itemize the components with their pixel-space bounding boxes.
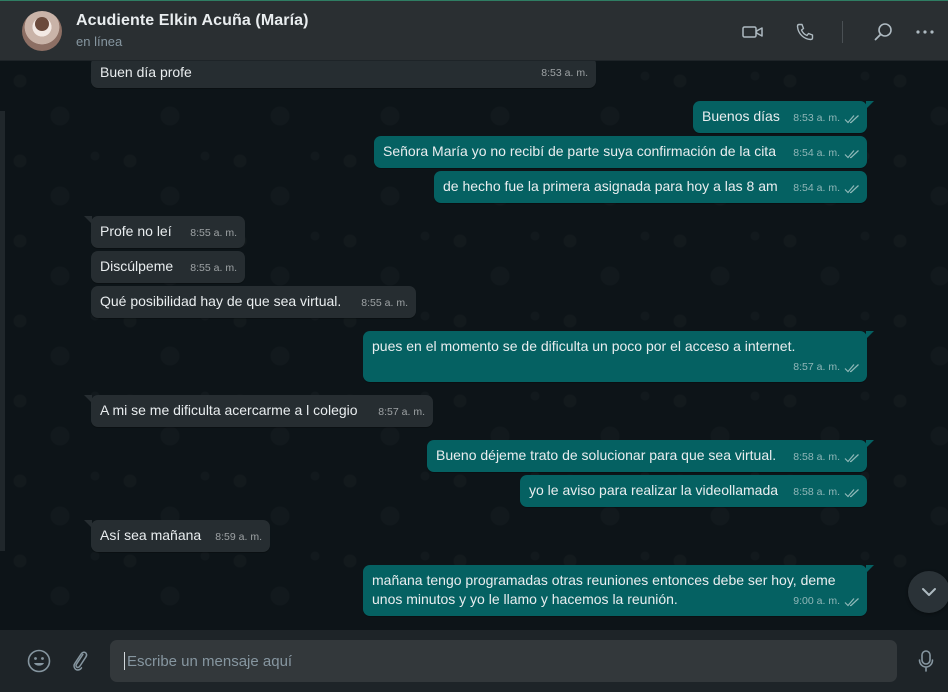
message-time: 8:57 a. m. bbox=[378, 406, 425, 418]
read-receipt-icon bbox=[844, 597, 859, 606]
message-outgoing[interactable]: Bueno déjeme trato de solucionar para qu… bbox=[427, 440, 874, 472]
read-receipt-icon bbox=[844, 149, 859, 158]
message-time: 8:55 a. m. bbox=[190, 262, 237, 274]
message-time: 8:53 a. m. bbox=[541, 67, 588, 79]
message-text: pues en el momento se de dificulta un po… bbox=[372, 338, 796, 354]
message-time: 8:57 a. m. bbox=[793, 361, 840, 373]
message-outgoing[interactable]: pues en el momento se de dificulta un po… bbox=[363, 331, 874, 382]
read-receipt-icon bbox=[844, 114, 859, 123]
message-time: 8:59 a. m. bbox=[215, 531, 262, 543]
contact-avatar[interactable] bbox=[22, 10, 62, 51]
search-icon[interactable] bbox=[872, 21, 894, 43]
message-time: 8:58 a. m. bbox=[793, 486, 840, 498]
message-time: 8:54 a. m. bbox=[793, 182, 840, 194]
message-text: A mi se me dificulta acercarme a l coleg… bbox=[100, 402, 358, 418]
message-outgoing[interactable]: Buenos días 8:53 a. m. bbox=[693, 101, 874, 133]
message-outgoing[interactable]: mañana tengo programadas otras reuniones… bbox=[363, 565, 874, 616]
read-receipt-icon bbox=[844, 363, 859, 372]
read-receipt-icon bbox=[844, 453, 859, 462]
chat-header: Acudiente Elkin Acuña (María) en línea bbox=[0, 0, 948, 61]
read-receipt-icon bbox=[844, 488, 859, 497]
paperclip-icon[interactable] bbox=[68, 649, 92, 673]
microphone-icon[interactable] bbox=[915, 649, 937, 673]
message-incoming[interactable]: Buen día profe 8:53 a. m. bbox=[91, 61, 596, 88]
read-receipt-icon bbox=[844, 184, 859, 193]
message-incoming[interactable]: Discúlpeme 8:55 a. m. bbox=[91, 251, 245, 283]
scrollbar[interactable] bbox=[0, 111, 5, 551]
message-incoming[interactable]: Qué posibilidad hay de que sea virtual. … bbox=[91, 286, 416, 318]
message-incoming[interactable]: Así sea mañana 8:59 a. m. bbox=[84, 520, 270, 552]
message-text: Buen día profe bbox=[100, 64, 192, 80]
header-actions bbox=[742, 1, 948, 62]
composer-bar: Escribe un mensaje aquí bbox=[0, 630, 948, 692]
message-input[interactable]: Escribe un mensaje aquí bbox=[110, 640, 897, 682]
message-outgoing[interactable]: yo le aviso para realizar la videollamad… bbox=[520, 475, 867, 507]
message-outgoing[interactable]: Señora María yo no recibí de parte suya … bbox=[374, 136, 867, 168]
video-camera-icon[interactable] bbox=[742, 21, 764, 43]
message-time: 8:55 a. m. bbox=[361, 297, 408, 309]
more-icon[interactable] bbox=[914, 21, 936, 43]
contact-info[interactable]: Acudiente Elkin Acuña (María) en línea bbox=[76, 12, 309, 49]
contact-name: Acudiente Elkin Acuña (María) bbox=[76, 12, 309, 29]
message-text: mañana tengo programadas otras reuniones… bbox=[372, 572, 836, 607]
emoji-icon[interactable] bbox=[27, 649, 51, 673]
message-time: 8:54 a. m. bbox=[793, 147, 840, 159]
message-list[interactable]: Buen día profe 8:53 a. m. Buenos días 8:… bbox=[0, 61, 948, 630]
message-time: 8:58 a. m. bbox=[793, 451, 840, 463]
message-incoming[interactable]: Profe no leí 8:55 a. m. bbox=[84, 216, 245, 248]
message-time: 9:00 a. m. bbox=[793, 595, 840, 607]
message-input-placeholder: Escribe un mensaje aquí bbox=[127, 652, 293, 670]
message-time: 8:53 a. m. bbox=[793, 112, 840, 124]
phone-icon[interactable] bbox=[794, 21, 816, 43]
chevron-down-icon bbox=[922, 588, 936, 596]
message-outgoing[interactable]: de hecho fue la primera asignada para ho… bbox=[434, 171, 867, 203]
text-cursor bbox=[124, 652, 125, 670]
header-divider bbox=[842, 20, 843, 43]
message-text: Señora María yo no recibí de parte suya … bbox=[383, 143, 776, 159]
scroll-down-button[interactable] bbox=[908, 571, 948, 613]
message-incoming[interactable]: A mi se me dificulta acercarme a l coleg… bbox=[84, 395, 433, 427]
message-time: 8:55 a. m. bbox=[190, 227, 237, 239]
contact-status: en línea bbox=[76, 34, 123, 49]
